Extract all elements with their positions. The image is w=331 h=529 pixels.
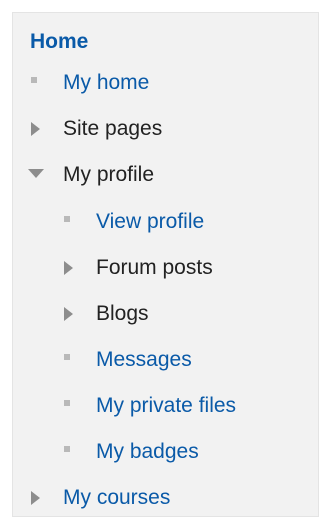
bullet-icon [61, 207, 79, 237]
bullet-icon [28, 68, 46, 98]
triangle-right-icon[interactable] [61, 299, 79, 329]
nav-item-label[interactable]: Site pages [63, 114, 162, 144]
nav-item-label[interactable]: View profile [96, 207, 204, 237]
nav-item-label[interactable]: My home [63, 68, 149, 98]
nav-item-messages[interactable]: Messages [61, 345, 192, 375]
bullet-icon [61, 437, 79, 467]
navigation-block: Home My home Site pages My profile View … [12, 12, 319, 517]
nav-item-forum-posts[interactable]: Forum posts [61, 253, 213, 283]
nav-item-my-courses[interactable]: My courses [28, 483, 170, 513]
nav-item-label[interactable]: My private files [96, 391, 236, 421]
nav-item-my-badges[interactable]: My badges [61, 437, 199, 467]
nav-item-label[interactable]: Messages [96, 345, 192, 375]
nav-item-my-home[interactable]: My home [28, 68, 149, 98]
bullet-icon [61, 391, 79, 421]
nav-item-label[interactable]: My courses [63, 483, 170, 513]
nav-item-my-profile[interactable]: My profile [28, 160, 154, 190]
bullet-icon [61, 345, 79, 375]
nav-item-label[interactable]: My profile [63, 160, 154, 190]
nav-item-label[interactable]: Blogs [96, 299, 149, 329]
nav-item-label[interactable]: Forum posts [96, 253, 213, 283]
nav-item-my-private-files[interactable]: My private files [61, 391, 236, 421]
home-link[interactable]: Home [30, 29, 88, 55]
triangle-down-icon[interactable] [28, 160, 46, 190]
triangle-right-icon[interactable] [28, 114, 46, 144]
triangle-right-icon[interactable] [61, 253, 79, 283]
nav-item-site-pages[interactable]: Site pages [28, 114, 162, 144]
nav-item-view-profile[interactable]: View profile [61, 207, 204, 237]
triangle-right-icon[interactable] [28, 483, 46, 513]
nav-item-blogs[interactable]: Blogs [61, 299, 149, 329]
nav-item-label[interactable]: My badges [96, 437, 199, 467]
